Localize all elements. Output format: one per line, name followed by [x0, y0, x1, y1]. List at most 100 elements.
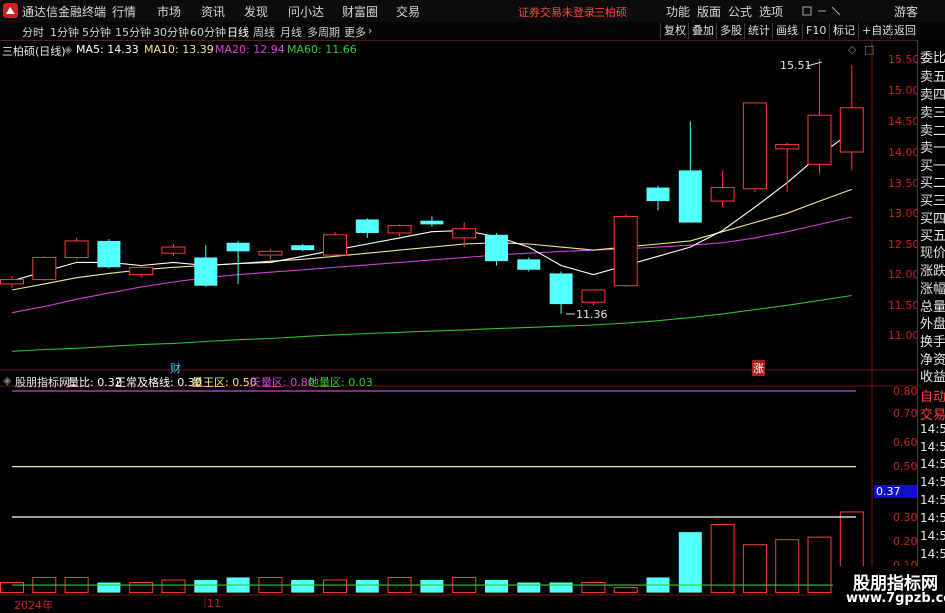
sky-zone-label: 天量区: 0.80	[250, 376, 315, 389]
volume-ratio-bars	[0, 511, 864, 594]
candle	[291, 244, 315, 252]
candle-body	[355, 219, 379, 233]
period-daily[interactable]: 日线	[227, 24, 249, 40]
indicator-name[interactable]: 股朋指标网	[15, 374, 70, 390]
quote-label: 交易	[920, 408, 945, 423]
candle	[549, 271, 573, 314]
candle-body	[226, 242, 250, 252]
quote-label: 14:56	[920, 547, 945, 561]
menu-wenxiaoda[interactable]: 问小达	[288, 3, 324, 20]
candle-body	[97, 240, 121, 268]
menu-hangqing[interactable]: 行情	[112, 3, 136, 20]
period-60min[interactable]: 60分钟	[190, 24, 226, 40]
period-30min[interactable]: 30分钟	[153, 24, 189, 40]
menu-gongneng[interactable]: 功能	[666, 3, 690, 20]
vol-bar	[323, 579, 347, 594]
candle-body	[581, 289, 606, 303]
y-tick: 12.00	[888, 268, 920, 281]
quote-label: 委比	[920, 51, 945, 66]
vol-bar	[355, 580, 379, 593]
period-5min[interactable]: 5分钟	[82, 24, 111, 40]
ma10-label: MA10: 13.39	[144, 43, 214, 56]
candle-body	[258, 250, 283, 256]
vol-bar	[710, 524, 735, 594]
vol-bar	[613, 587, 638, 594]
menu-banmian[interactable]: 版面	[697, 3, 721, 20]
ind-y-tick: 0.80	[893, 385, 918, 398]
menu-zixun[interactable]: 资讯	[201, 3, 225, 20]
menu-gongshi[interactable]: 公式	[728, 3, 752, 20]
period-1min[interactable]: 1分钟	[50, 24, 79, 40]
menu-xuanxiang[interactable]: 选项	[759, 3, 783, 20]
fuquan-button[interactable]: 复权	[660, 23, 689, 39]
menu-jiaoyi[interactable]: 交易	[396, 3, 420, 20]
period-more[interactable]: 更多	[344, 24, 366, 40]
stock-name-tab: 三柏硕	[594, 6, 627, 19]
zhang-marker[interactable]: 涨	[752, 360, 765, 376]
y-tick: 11.50	[888, 299, 920, 312]
candle-body	[775, 144, 800, 150]
period-weekly[interactable]: 周线	[253, 24, 275, 40]
menu-faxian[interactable]: 发现	[244, 3, 268, 20]
candle	[678, 121, 702, 223]
vol-bar	[97, 582, 121, 593]
quote-label: 14:56	[920, 475, 945, 489]
pass-line-label: 正常及格线: 0.30	[115, 376, 202, 389]
candle-body	[387, 225, 412, 234]
vol-bar	[678, 532, 702, 593]
diamond-icon[interactable]: ◇	[848, 43, 856, 56]
ground-zone-label: 地量区: 0.03	[308, 376, 373, 389]
tongji-button[interactable]: 统计	[744, 23, 773, 39]
vol-bar	[420, 580, 444, 593]
candle	[194, 245, 218, 287]
candle-body	[807, 114, 832, 165]
candle-body	[161, 246, 186, 254]
ind-y-tick: 0.60	[893, 436, 918, 449]
quote-label: 自动	[920, 390, 945, 405]
more-chevron-icon[interactable]: ›	[368, 24, 372, 37]
menu-shichang[interactable]: 市场	[157, 3, 181, 20]
diejia-button[interactable]: 叠加	[688, 23, 717, 39]
candle	[0, 275, 24, 289]
huaxian-button[interactable]: 画线	[772, 23, 801, 39]
kline-chart[interactable]	[0, 40, 918, 609]
ma20-label: MA20: 12.94	[215, 43, 285, 56]
candle-body	[129, 266, 154, 276]
biaoji-button[interactable]: 标记	[829, 23, 858, 39]
ind-y-tick: 0.20	[893, 535, 918, 548]
y-tick: 13.00	[888, 207, 920, 220]
quote-label: 换手	[920, 335, 945, 350]
indicator-settings-icon[interactable]: ◈	[3, 374, 11, 387]
period-multi[interactable]: 多周期	[307, 24, 340, 40]
quote-label: 14:56	[920, 440, 945, 454]
ma5-line	[11, 131, 853, 282]
quote-label: 买二	[920, 176, 945, 191]
candle-body	[485, 234, 508, 262]
quote-label: 涨幅	[920, 282, 945, 297]
period-monthly[interactable]: 月线	[280, 24, 302, 40]
period-fenshi[interactable]: 分时	[22, 24, 44, 40]
guest-label[interactable]: 游客	[894, 3, 918, 20]
f10-button[interactable]: F10	[802, 23, 829, 39]
period-15min[interactable]: 15分钟	[115, 24, 151, 40]
candle	[807, 59, 832, 174]
vol-bar	[549, 582, 573, 593]
quote-label: 卖三	[920, 106, 945, 121]
candle-body	[742, 102, 767, 190]
candle-body	[452, 228, 477, 239]
duogu-button[interactable]: 多股	[716, 23, 745, 39]
candle	[387, 224, 412, 237]
quote-panel: 委比 卖五 卖四 卖三 卖二 卖一 买一 买二 买三 买四 买五 现价 涨跌 涨幅 总量 外盘 换手 净资 收益 自动…	[917, 40, 945, 609]
y-tick: 12.50	[888, 238, 920, 251]
login-notice[interactable]: 证券交易未登录	[518, 4, 595, 20]
vol-bar	[129, 582, 154, 594]
candle	[161, 244, 186, 257]
back-button[interactable]: 返回	[890, 23, 919, 39]
menu-caifuquan[interactable]: 财富圈	[342, 3, 378, 20]
window-restore-icon[interactable]: □	[864, 43, 874, 56]
quote-label: 14:56	[920, 422, 945, 436]
vol-ratio-label: 量比: 0.32	[68, 376, 122, 389]
quote-label: 14:56	[920, 493, 945, 507]
candle	[355, 218, 379, 238]
ma-settings-icon[interactable]: ◈	[64, 43, 72, 56]
